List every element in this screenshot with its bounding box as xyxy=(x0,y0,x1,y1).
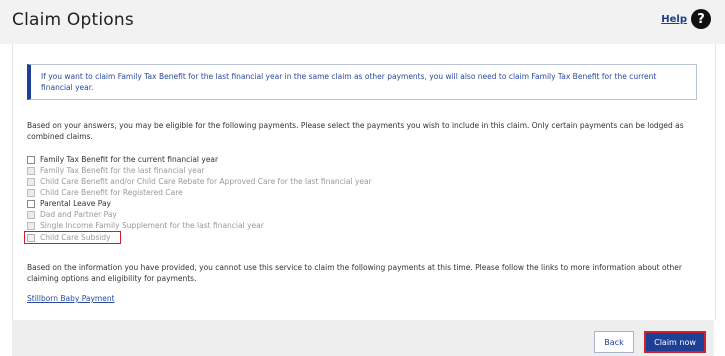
help-link[interactable]: Help xyxy=(661,14,687,25)
option-label: Family Tax Benefit for the current finan… xyxy=(40,155,219,164)
checkbox xyxy=(27,166,35,175)
page-header: Claim Options Help ? xyxy=(0,0,725,44)
checkbox xyxy=(27,233,35,242)
option-ftb-last-year: Family Tax Benefit for the last financia… xyxy=(27,165,427,176)
checkbox[interactable] xyxy=(27,199,35,208)
checkbox xyxy=(27,188,35,197)
checkbox xyxy=(27,210,35,219)
checkbox xyxy=(27,177,35,186)
option-label: Single Income Family Supplement for the … xyxy=(40,221,264,230)
eligibility-intro: Based on your answers, you may be eligib… xyxy=(27,121,684,141)
option-ccb-registered-care: Child Care Benefit for Registered Care xyxy=(27,187,427,198)
action-footer: Back Claim now xyxy=(12,320,714,356)
payment-options-list: Family Tax Benefit for the current finan… xyxy=(24,154,427,244)
option-label: Dad and Partner Pay xyxy=(40,210,117,219)
claim-now-button[interactable]: Claim now xyxy=(644,331,706,353)
info-notice: If you want to claim Family Tax Benefit … xyxy=(27,64,697,100)
ineligible-info: Based on the information you have provid… xyxy=(27,263,682,283)
option-label: Child Care Benefit for Registered Care xyxy=(40,188,183,197)
checkbox[interactable] xyxy=(27,155,35,164)
option-child-care-subsidy: Child Care Subsidy xyxy=(24,231,121,244)
option-label: Family Tax Benefit for the last financia… xyxy=(40,166,205,175)
option-ccb-ccr-approved-care: Child Care Benefit and/or Child Care Reb… xyxy=(27,176,427,187)
stillborn-baby-payment-link[interactable]: Stillborn Baby Payment xyxy=(27,294,115,303)
option-dad-partner-pay: Dad and Partner Pay xyxy=(27,209,427,220)
option-single-income-supplement: Single Income Family Supplement for the … xyxy=(27,220,427,231)
option-parental-leave-pay[interactable]: Parental Leave Pay xyxy=(27,198,427,209)
claim-options-panel: If you want to claim Family Tax Benefit … xyxy=(12,44,716,320)
checkbox xyxy=(27,221,35,230)
option-label: Child Care Benefit and/or Child Care Reb… xyxy=(40,177,372,186)
help-control[interactable]: Help ? xyxy=(661,9,716,29)
option-label: Parental Leave Pay xyxy=(40,199,111,208)
page-title: Claim Options xyxy=(12,10,134,30)
info-notice-text: If you want to claim Family Tax Benefit … xyxy=(41,72,657,92)
back-button[interactable]: Back xyxy=(594,331,634,353)
help-icon[interactable]: ? xyxy=(691,9,716,29)
option-label: Child Care Subsidy xyxy=(40,233,111,242)
option-ftb-current-year[interactable]: Family Tax Benefit for the current finan… xyxy=(27,154,427,165)
